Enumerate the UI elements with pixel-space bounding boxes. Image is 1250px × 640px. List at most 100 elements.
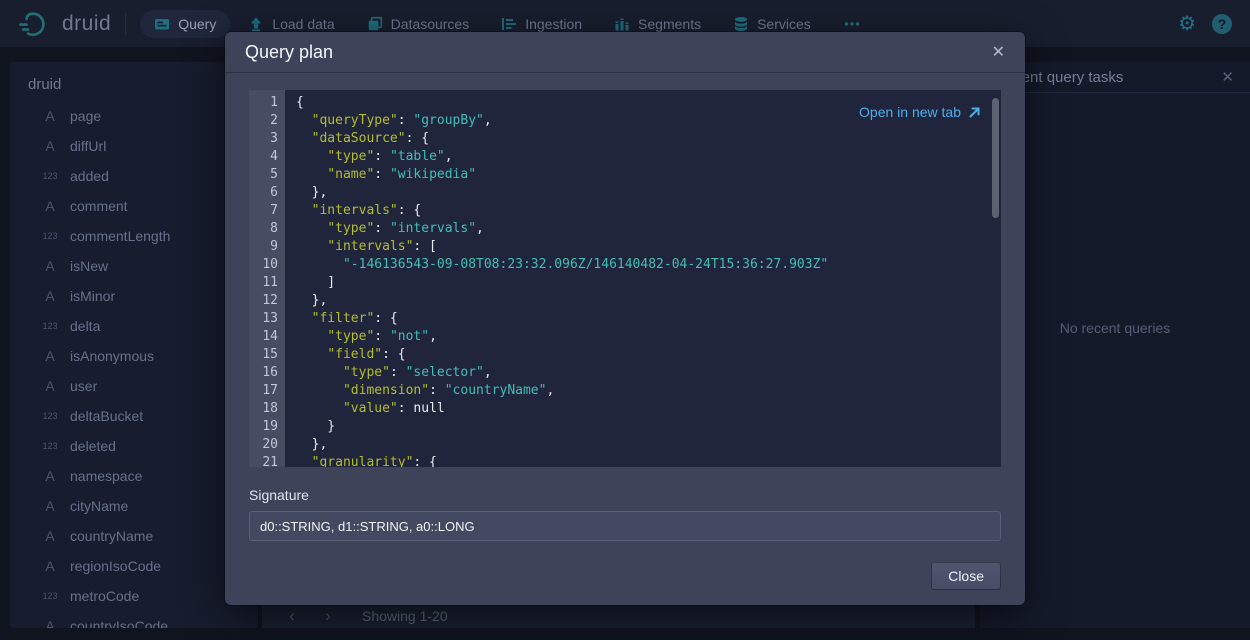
ingestion-icon bbox=[501, 16, 517, 32]
column-item-delta[interactable]: 123 delta bbox=[10, 311, 258, 341]
line-number: 2 bbox=[249, 112, 278, 130]
string-type-icon: A bbox=[38, 198, 62, 214]
settings-gear-icon[interactable]: ⚙ bbox=[1178, 14, 1196, 34]
dialog-footer: Close bbox=[225, 562, 1025, 590]
segments-icon bbox=[614, 16, 630, 32]
line-number: 10 bbox=[249, 256, 278, 274]
column-item-countryIsoCode[interactable]: AcountryIsoCode bbox=[10, 611, 258, 628]
signature-section: Signature bbox=[249, 487, 1001, 541]
line-number: 1 bbox=[249, 94, 278, 112]
number-type-icon: 123 bbox=[38, 441, 62, 451]
column-name: countryName bbox=[70, 528, 153, 544]
help-icon[interactable]: ? bbox=[1212, 14, 1232, 34]
datasources-icon bbox=[367, 16, 383, 32]
signature-label: Signature bbox=[249, 487, 1001, 503]
query-plan-dialog: Query plan ✕ 123456789101112131415161718… bbox=[225, 32, 1025, 605]
code-line: "type": "not", bbox=[296, 328, 1001, 346]
column-item-commentLength[interactable]: 123commentLength bbox=[10, 221, 258, 251]
line-number: 18 bbox=[249, 400, 278, 418]
column-name: regionIsoCode bbox=[70, 558, 161, 574]
code-line: }, bbox=[296, 292, 1001, 310]
line-number: 20 bbox=[249, 436, 278, 454]
column-item-user[interactable]: Auser bbox=[10, 371, 258, 401]
schema-title[interactable]: druid bbox=[10, 72, 258, 101]
column-item-cityName[interactable]: AcityName bbox=[10, 491, 258, 521]
string-type-icon: A bbox=[38, 108, 62, 124]
line-number: 7 bbox=[249, 202, 278, 220]
column-name: namespace bbox=[70, 468, 142, 484]
column-item-isNew[interactable]: AisNew bbox=[10, 251, 258, 281]
line-number: 3 bbox=[249, 130, 278, 148]
close-button[interactable]: Close bbox=[931, 562, 1001, 590]
nav-item-label: Services bbox=[757, 16, 811, 32]
column-name: delta bbox=[70, 318, 100, 334]
column-item-added[interactable]: 123added bbox=[10, 161, 258, 191]
nav-item-query[interactable]: Query bbox=[140, 10, 230, 38]
column-item-countryName[interactable]: AcountryName bbox=[10, 521, 258, 551]
column-name: isNew bbox=[70, 258, 108, 274]
line-number: 14 bbox=[249, 328, 278, 346]
column-item-metroCode[interactable]: 123metroCode bbox=[10, 581, 258, 611]
code-line: "dimension": "countryName", bbox=[296, 382, 1001, 400]
column-item-isMinor[interactable]: AisMinor bbox=[10, 281, 258, 311]
prev-page-icon[interactable]: ‹ bbox=[284, 607, 300, 624]
services-icon bbox=[733, 16, 749, 32]
column-name: page bbox=[70, 108, 101, 124]
column-name: comment bbox=[70, 198, 128, 214]
line-number: 5 bbox=[249, 166, 278, 184]
string-type-icon: A bbox=[38, 378, 62, 394]
line-number: 16 bbox=[249, 364, 278, 382]
column-item-isAnonymous[interactable]: AisAnonymous bbox=[10, 341, 258, 371]
next-page-icon[interactable]: › bbox=[320, 607, 336, 624]
column-item-page[interactable]: Apage bbox=[10, 101, 258, 131]
tasks-panel-close-icon[interactable]: ✕ bbox=[1221, 68, 1234, 86]
code-lines: { "queryType": "groupBy", "dataSource": … bbox=[285, 90, 1001, 467]
string-type-icon: A bbox=[38, 348, 62, 364]
column-name: isMinor bbox=[70, 288, 115, 304]
string-type-icon: A bbox=[38, 618, 62, 628]
string-type-icon: A bbox=[38, 468, 62, 484]
code-line: }, bbox=[296, 184, 1001, 202]
dialog-title: Query plan bbox=[245, 42, 333, 63]
column-item-comment[interactable]: Acomment bbox=[10, 191, 258, 221]
column-item-regionIsoCode[interactable]: AregionIsoCode bbox=[10, 551, 258, 581]
signature-input[interactable] bbox=[249, 511, 1001, 541]
number-type-icon: 123 bbox=[38, 321, 62, 331]
line-number: 12 bbox=[249, 292, 278, 310]
code-line: ] bbox=[296, 274, 1001, 292]
column-name: deltaBucket bbox=[70, 408, 143, 424]
nav-item-label: Ingestion bbox=[525, 16, 582, 32]
column-item-deltaBucket[interactable]: 123deltaBucket bbox=[10, 401, 258, 431]
code-line: "name": "wikipedia" bbox=[296, 166, 1001, 184]
code-line: "intervals": { bbox=[296, 202, 1001, 220]
nav-item-label: Datasources bbox=[391, 16, 470, 32]
line-number: 4 bbox=[249, 148, 278, 166]
line-number: 11 bbox=[249, 274, 278, 292]
open-in-new-tab-link[interactable]: Open in new tab bbox=[859, 103, 981, 121]
string-type-icon: A bbox=[38, 558, 62, 574]
line-number: 17 bbox=[249, 382, 278, 400]
druid-brand[interactable]: druid bbox=[18, 8, 111, 40]
line-number: 6 bbox=[249, 184, 278, 202]
navbar-right: ⚙ ? bbox=[1178, 14, 1232, 34]
column-item-deleted[interactable]: 123deleted bbox=[10, 431, 258, 461]
nav-item-label: Load data bbox=[272, 16, 334, 32]
column-item-diffUrl[interactable]: AdiffUrl bbox=[10, 131, 258, 161]
string-type-icon: A bbox=[38, 288, 62, 304]
code-line: "dataSource": { bbox=[296, 130, 1001, 148]
console-icon bbox=[154, 16, 170, 32]
column-name: user bbox=[70, 378, 97, 394]
code-line: "type": "intervals", bbox=[296, 220, 1001, 238]
results-pagination: ‹ › Showing 1-20 bbox=[262, 603, 975, 628]
code-scrollbar-thumb[interactable] bbox=[992, 98, 999, 218]
dialog-close-icon[interactable]: ✕ bbox=[992, 42, 1005, 62]
column-name: diffUrl bbox=[70, 138, 106, 154]
number-type-icon: 123 bbox=[38, 231, 62, 241]
string-type-icon: A bbox=[38, 498, 62, 514]
code-line: "field": { bbox=[296, 346, 1001, 364]
column-item-namespace[interactable]: Anamespace bbox=[10, 461, 258, 491]
nav-item-label: Query bbox=[178, 16, 216, 32]
line-number: 15 bbox=[249, 346, 278, 364]
line-number: 21 bbox=[249, 454, 278, 467]
code-line: "type": "selector", bbox=[296, 364, 1001, 382]
